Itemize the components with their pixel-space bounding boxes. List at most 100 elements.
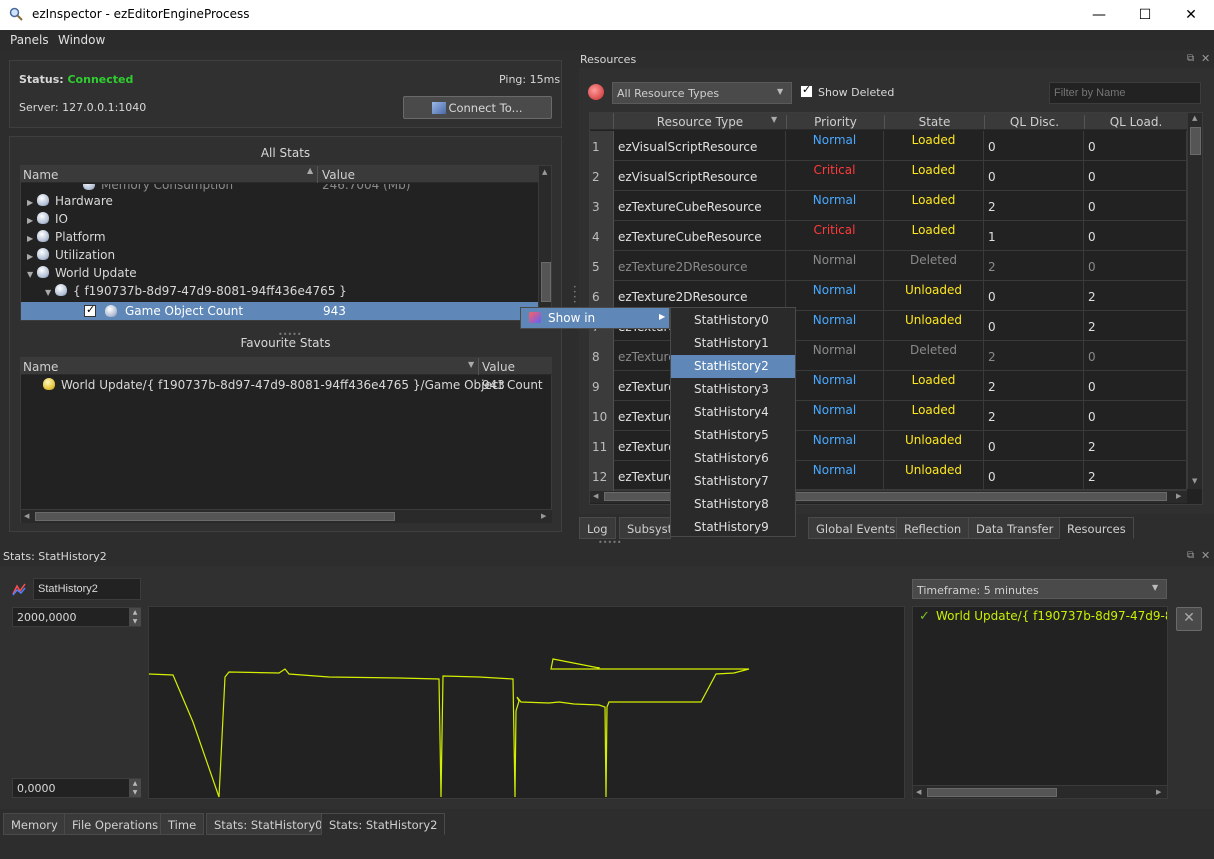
all-stats-tree[interactable]: Name ▲ Value Memory Consumption 246.7004…: [20, 165, 552, 321]
col-ql-disc[interactable]: QL Disc.: [984, 115, 1084, 129]
submenu-item-stathistory5[interactable]: StatHistory5: [671, 424, 795, 447]
submenu-item-stathistory7[interactable]: StatHistory7: [671, 470, 795, 493]
col-state[interactable]: State: [884, 115, 984, 129]
expand-arrow-icon[interactable]: ▶: [27, 252, 37, 261]
tree-item-platform[interactable]: ▶ Platform: [27, 230, 106, 248]
menu-item-show-in[interactable]: Show in ▶: [521, 308, 669, 328]
col-priority[interactable]: Priority: [786, 115, 884, 129]
scroll-left-icon[interactable]: ◀: [593, 492, 598, 500]
scroll-thumb[interactable]: [35, 512, 395, 521]
submenu-item-stathistory2[interactable]: StatHistory2: [671, 355, 795, 378]
scroll-left-icon[interactable]: ◀: [24, 512, 29, 520]
submenu-item-stathistory9[interactable]: StatHistory9: [671, 516, 795, 539]
legend-horizontal-scrollbar[interactable]: ◀ ▶: [913, 785, 1167, 798]
col-ql-load[interactable]: QL Load.: [1084, 115, 1187, 129]
resource-row[interactable]: 2 ezVisualScriptResource Critical Loaded 0 0: [590, 161, 1187, 191]
expand-arrow-icon[interactable]: ▶: [27, 198, 37, 207]
row-number: 12: [590, 461, 614, 491]
col-value-header[interactable]: Value: [322, 168, 355, 182]
scroll-right-icon[interactable]: ▶: [541, 512, 546, 520]
scroll-thumb[interactable]: [927, 788, 1057, 797]
timeframe-dropdown[interactable]: Timeframe: 5 minutes ▼: [912, 579, 1167, 599]
horizontal-splitter[interactable]: •••••: [598, 538, 622, 547]
favourites-horizontal-scrollbar[interactable]: ◀ ▶: [21, 509, 552, 523]
resource-row[interactable]: 3 ezTextureCubeResource Normal Loaded 2 0: [590, 191, 1187, 221]
collapse-arrow-icon[interactable]: ▼: [45, 288, 55, 297]
fav-col-value-header[interactable]: Value: [482, 360, 515, 374]
scroll-up-icon[interactable]: ▲: [542, 168, 547, 176]
stat-history-name-input[interactable]: [33, 578, 141, 600]
tab-reflection[interactable]: Reflection: [896, 517, 970, 539]
tab-stats-stathistory0[interactable]: Stats: StatHistory0: [206, 813, 331, 835]
scroll-thumb[interactable]: [1190, 127, 1201, 155]
menu-panels[interactable]: Panels: [10, 33, 49, 47]
resource-row[interactable]: 1 ezVisualScriptResource Normal Loaded 0 0: [590, 131, 1187, 161]
stat-legend-list[interactable]: ✓ World Update/{ f190737b-8d97-47d9-8081…: [912, 606, 1168, 799]
legend-entry[interactable]: World Update/{ f190737b-8d97-47d9-8081-9: [936, 609, 1167, 623]
expand-arrow-icon[interactable]: ▶: [27, 216, 37, 225]
tree-item-world-update[interactable]: ▼ World Update: [27, 266, 137, 284]
submenu-item-stathistory6[interactable]: StatHistory6: [671, 447, 795, 470]
scroll-left-icon[interactable]: ◀: [916, 788, 921, 796]
panel-close-icon[interactable]: ✕: [1201, 52, 1210, 65]
connect-to-label: Connect To...: [448, 101, 523, 115]
submenu-item-stathistory8[interactable]: StatHistory8: [671, 493, 795, 516]
filter-by-name-input[interactable]: [1049, 82, 1201, 104]
scroll-thumb[interactable]: [541, 262, 551, 302]
scroll-up-icon[interactable]: ▲: [1192, 114, 1197, 122]
expand-arrow-icon[interactable]: ▶: [27, 234, 37, 243]
maximize-button[interactable]: ☐: [1122, 0, 1168, 30]
col-resource-type[interactable]: Resource Type: [614, 115, 786, 129]
tree-item-hardware[interactable]: ▶ Hardware: [27, 194, 113, 212]
collapse-arrow-icon[interactable]: ▼: [27, 270, 37, 279]
tab-log[interactable]: Log: [579, 517, 616, 539]
submenu-item-stathistory3[interactable]: StatHistory3: [671, 378, 795, 401]
tab-data-transfer[interactable]: Data Transfer: [968, 517, 1062, 539]
tab-stats-stathistory2[interactable]: Stats: StatHistory2: [321, 813, 446, 835]
min-value-spinbox[interactable]: 0,0000 ▲ ▼: [12, 778, 141, 798]
stat-history-graph[interactable]: [148, 606, 905, 799]
tree-vertical-scrollbar[interactable]: ▲ ▼: [538, 166, 551, 320]
scroll-right-icon[interactable]: ▶: [1156, 788, 1161, 796]
submenu-item-stathistory1[interactable]: StatHistory1: [671, 332, 795, 355]
scroll-right-icon[interactable]: ▶: [1176, 492, 1181, 500]
tree-item-guid[interactable]: ▼ { f190737b-8d97-47d9-8081-94ff436e4765 …: [45, 284, 347, 302]
resource-row[interactable]: 5 ezTexture2DResource Normal Deleted 2 0: [590, 251, 1187, 281]
tree-item-utilization[interactable]: ▶ Utilization: [27, 248, 115, 266]
minimize-button[interactable]: —: [1076, 0, 1122, 30]
tab-global-events[interactable]: Global Events: [808, 517, 904, 539]
favourite-checkbox[interactable]: ✓: [84, 303, 96, 317]
tree-item-io[interactable]: ▶ IO: [27, 212, 68, 230]
connect-to-button[interactable]: Connect To...: [403, 96, 552, 119]
float-icon[interactable]: ⧉: [1187, 53, 1194, 64]
tab-memory[interactable]: Memory: [3, 813, 66, 835]
bulb-icon: [105, 305, 117, 317]
spin-arrows-icon[interactable]: ▲ ▼: [129, 779, 141, 797]
favourite-row[interactable]: World Update/{ f190737b-8d97-47d9-8081-9…: [43, 378, 543, 396]
show-deleted-checkbox[interactable]: ✓: [800, 83, 813, 98]
vertical-splitter[interactable]: • • • •: [573, 285, 577, 306]
remove-stat-button[interactable]: ✕: [1176, 607, 1202, 631]
tree-item-label: World Update: [55, 266, 137, 280]
fav-col-name-header[interactable]: Name: [23, 360, 58, 374]
tab-time[interactable]: Time: [160, 813, 205, 835]
spin-arrows-icon[interactable]: ▲ ▼: [129, 608, 141, 626]
float-icon[interactable]: ⧉: [1187, 550, 1194, 561]
close-button[interactable]: ✕: [1168, 0, 1214, 30]
col-name-header[interactable]: Name: [23, 168, 58, 182]
scroll-down-icon[interactable]: ▼: [1192, 477, 1197, 485]
panel-close-icon[interactable]: ✕: [1201, 549, 1210, 562]
tree-item-game-object-count[interactable]: ✓ Game Object Count 943: [21, 302, 538, 320]
submenu-item-stathistory0[interactable]: StatHistory0: [671, 309, 795, 332]
tab-subsystems[interactable]: Subsyste: [619, 517, 671, 539]
resource-vertical-scrollbar[interactable]: ▲ ▼: [1187, 113, 1202, 489]
resource-type-filter[interactable]: All Resource Types ▼: [612, 82, 792, 104]
submenu-item-stathistory4[interactable]: StatHistory4: [671, 401, 795, 424]
resource-row[interactable]: 4 ezTextureCubeResource Critical Loaded 1 0: [590, 221, 1187, 251]
tab-file-operations[interactable]: File Operations: [64, 813, 167, 835]
favourite-stats-list[interactable]: Name ▼ Value World Update/{ f190737b-8d9…: [20, 357, 552, 523]
menu-window[interactable]: Window: [58, 33, 105, 47]
close-icon: ✕: [1185, 7, 1197, 23]
tab-resources[interactable]: Resources: [1059, 517, 1134, 539]
max-value-spinbox[interactable]: 2000,0000 ▲ ▼: [12, 607, 141, 627]
